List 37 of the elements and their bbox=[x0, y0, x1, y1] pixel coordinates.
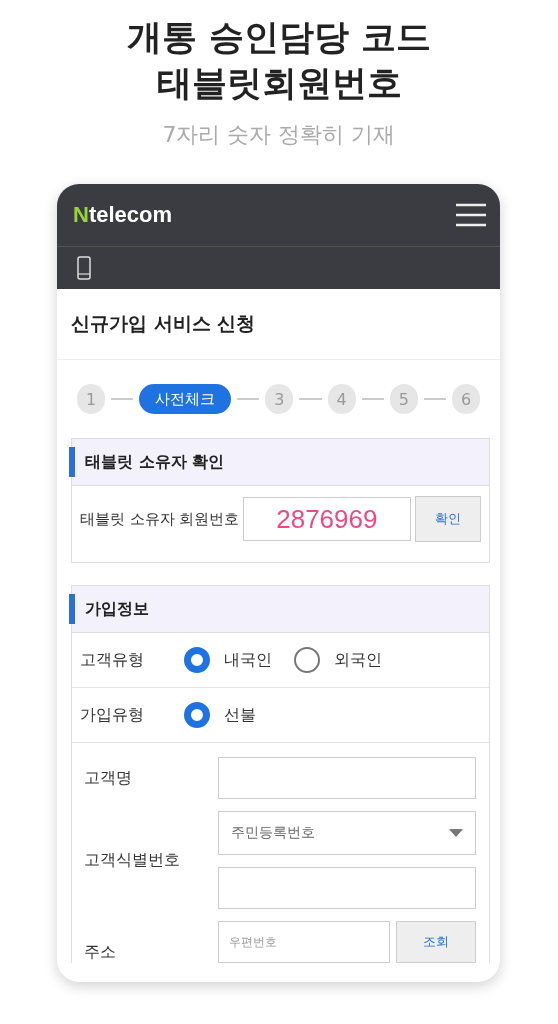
field-label: 고객식별번호 bbox=[83, 849, 181, 871]
step-indicator: 6 bbox=[452, 384, 480, 414]
id-type-dropdown[interactable]: 주민등록번호 bbox=[218, 811, 476, 855]
member-number-field[interactable]: 2876969 bbox=[243, 497, 411, 541]
confirm-button[interactable]: 확인 bbox=[414, 496, 481, 542]
step-indicator: 1 bbox=[77, 384, 105, 414]
radio-label: 외국인 bbox=[334, 649, 382, 671]
field-label: 주소 bbox=[83, 942, 117, 963]
radio-label: 내국인 bbox=[224, 649, 272, 671]
field-label: 태블릿 소유자 회원번호 bbox=[80, 509, 240, 529]
radio-button[interactable] bbox=[294, 647, 320, 673]
radio-button[interactable] bbox=[184, 702, 210, 728]
phone-icon[interactable] bbox=[77, 256, 91, 280]
zip-code-field[interactable]: 우편번호 bbox=[218, 921, 390, 963]
radio-button[interactable] bbox=[184, 647, 210, 673]
field-label: 고객유형 bbox=[80, 649, 145, 671]
step-indicator: 5 bbox=[389, 384, 418, 414]
section-title: 태블릿 소유자 확인 bbox=[85, 451, 225, 473]
field-label: 고객명 bbox=[83, 767, 133, 789]
radio-label: 선불 bbox=[224, 704, 256, 726]
step-indicator: 4 bbox=[327, 384, 356, 414]
accent-bar bbox=[69, 594, 75, 624]
headline-line: 태블릿회원번호 bbox=[156, 62, 402, 105]
caret-icon bbox=[449, 829, 463, 837]
section-title: 가입정보 bbox=[85, 598, 149, 620]
id-number-field[interactable] bbox=[218, 867, 476, 909]
name-field[interactable] bbox=[218, 757, 476, 799]
page-title: 신규가입 서비스 신청 bbox=[57, 289, 500, 360]
lookup-button[interactable]: 조회 bbox=[396, 921, 476, 963]
step-indicator: 3 bbox=[265, 384, 294, 414]
step-indicator: 사전체크 bbox=[139, 384, 232, 414]
accent-bar bbox=[69, 447, 75, 477]
subtitle: 7자리 숫자 정확히 기재 bbox=[162, 121, 396, 149]
field-label: 가입유형 bbox=[80, 704, 145, 726]
headline-line: 개통 승인담당 코드 bbox=[126, 16, 432, 59]
menu-icon[interactable] bbox=[456, 203, 486, 227]
logo: Ntelecom bbox=[73, 202, 173, 228]
